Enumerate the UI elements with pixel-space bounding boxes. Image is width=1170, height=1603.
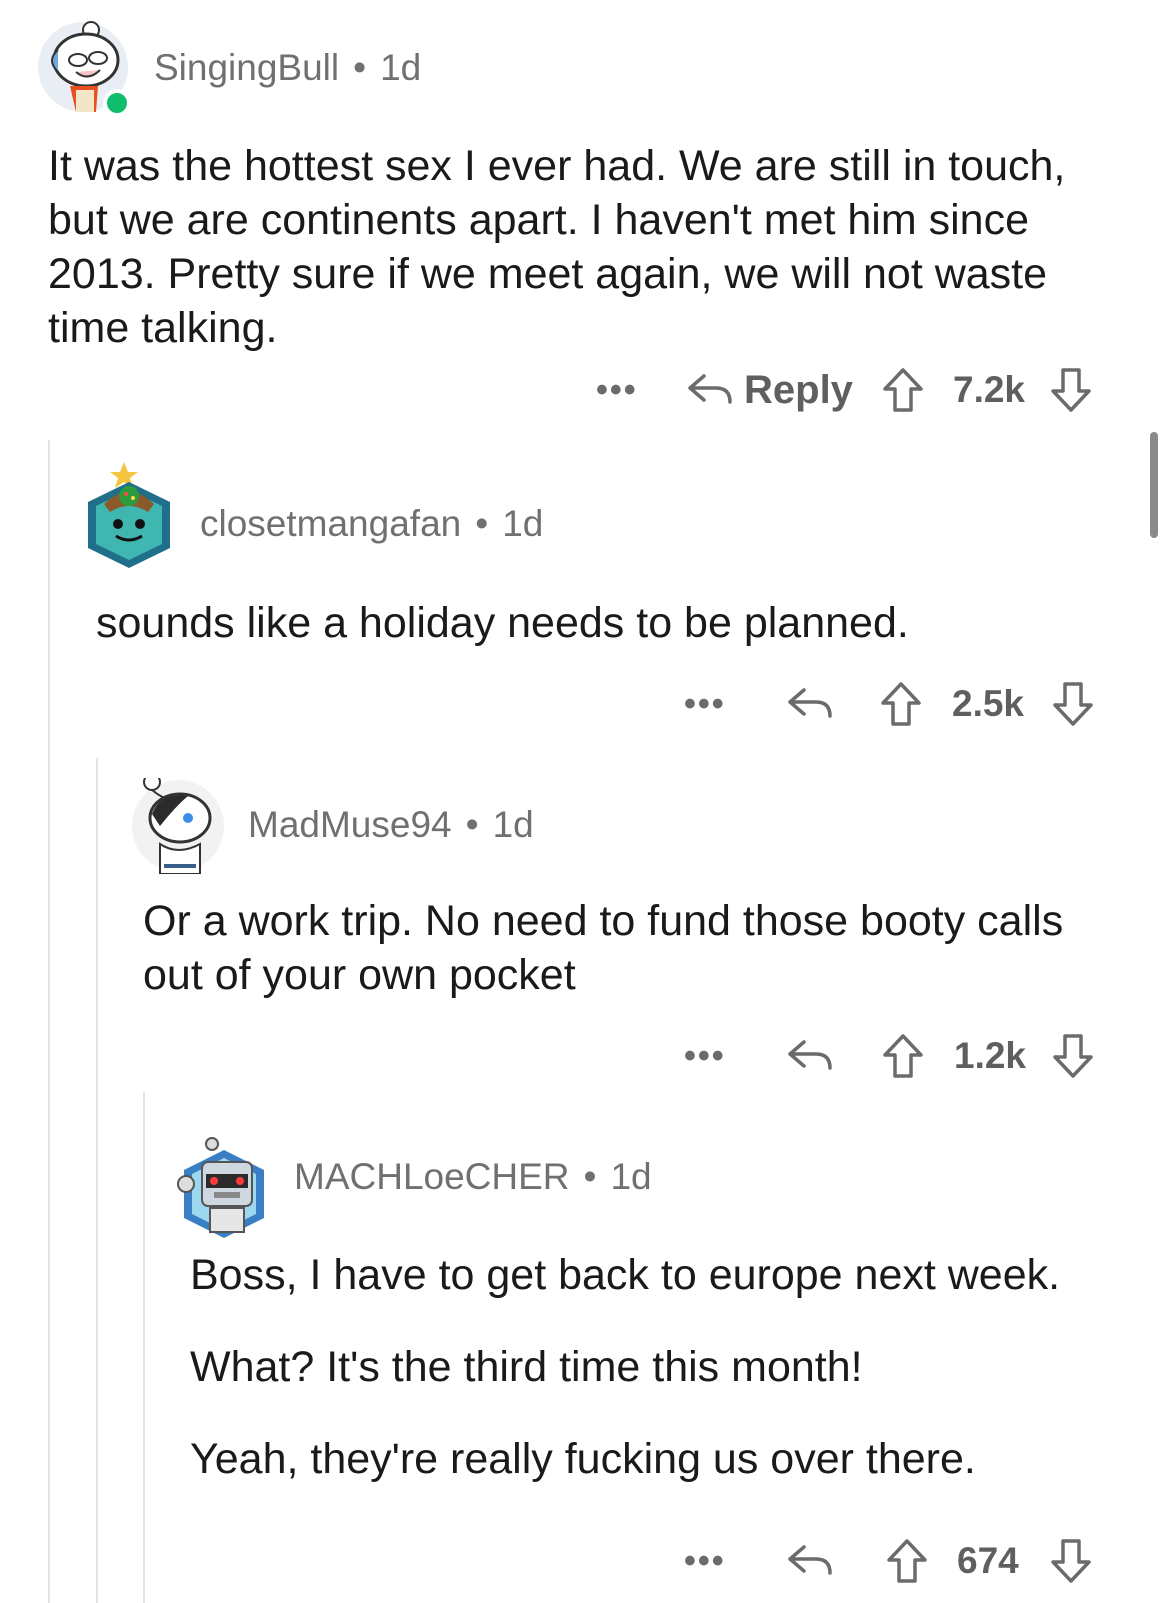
reply-arrow-icon: [786, 684, 834, 724]
upvote-arrow-icon: [882, 1033, 924, 1079]
separator-dot: •: [475, 503, 489, 544]
downvote-arrow-icon: [1052, 1033, 1094, 1079]
reply-button[interactable]: [786, 1026, 834, 1086]
comment-age: 1d: [492, 804, 534, 845]
comment-body: Boss, I have to get back to europe next …: [190, 1248, 1150, 1486]
upvote-arrow-icon: [886, 1538, 928, 1584]
more-options-button[interactable]: •••: [684, 674, 726, 734]
downvote-button[interactable]: [1050, 360, 1092, 420]
username[interactable]: MACHLoeCHER: [294, 1156, 570, 1198]
upvote-button[interactable]: [880, 674, 922, 734]
upvote-button[interactable]: [882, 1026, 924, 1086]
score-value: 1.2k: [954, 1035, 1027, 1076]
comment-paragraph: Boss, I have to get back to europe next …: [190, 1251, 1061, 1299]
comment-paragraph: Yeah, they're really fucking us over the…: [190, 1435, 976, 1483]
reply-button[interactable]: [786, 674, 834, 734]
avatar[interactable]: [130, 778, 226, 874]
reply-arrow-icon: [786, 1541, 834, 1581]
more-icon: •••: [596, 370, 638, 409]
avatar[interactable]: [86, 460, 172, 570]
thread-line-level-3[interactable]: [143, 1092, 145, 1603]
reply-button[interactable]: Reply: [686, 360, 853, 420]
thread-line-level-1[interactable]: [48, 440, 50, 1603]
score-value: 2.5k: [952, 683, 1025, 724]
username[interactable]: SingingBull: [154, 47, 339, 89]
more-icon: •••: [684, 1541, 726, 1580]
scrollbar[interactable]: [1150, 432, 1158, 538]
comment-age: 1d: [380, 47, 422, 88]
username[interactable]: closetmangafan: [200, 503, 461, 545]
more-icon: •••: [684, 684, 726, 723]
username[interactable]: MadMuse94: [248, 804, 452, 846]
comment-paragraph: What? It's the third time this month!: [190, 1343, 863, 1391]
downvote-button[interactable]: [1052, 674, 1094, 734]
upvote-button[interactable]: [886, 1531, 928, 1591]
separator-dot: •: [583, 1156, 597, 1197]
vote-score: 2.5k: [952, 674, 1024, 734]
downvote-button[interactable]: [1052, 1026, 1094, 1086]
vote-score: 1.2k: [954, 1026, 1026, 1086]
comment-body: Or a work trip. No need to fund those bo…: [143, 894, 1103, 1002]
more-icon: •••: [684, 1036, 726, 1075]
more-options-button[interactable]: •••: [684, 1531, 726, 1591]
comment-actions: ••• Reply 7.2k: [0, 360, 1170, 420]
comment-age: 1d: [502, 503, 544, 544]
comment-age: 1d: [610, 1156, 652, 1197]
more-options-button[interactable]: •••: [596, 360, 638, 420]
more-options-button[interactable]: •••: [684, 1026, 726, 1086]
thread-line-level-2[interactable]: [96, 758, 98, 1603]
reply-arrow-icon: [786, 1036, 834, 1076]
downvote-button[interactable]: [1050, 1531, 1092, 1591]
comment-actions: ••• 674: [0, 1531, 1170, 1591]
comment-paragraph: Or a work trip. No need to fund those bo…: [143, 897, 1064, 999]
upvote-arrow-icon: [882, 367, 924, 413]
comment-body: sounds like a holiday needs to be planne…: [96, 596, 1126, 650]
comment-paragraph: sounds like a holiday needs to be planne…: [96, 599, 909, 647]
downvote-arrow-icon: [1050, 1538, 1092, 1584]
vote-score: 7.2k: [953, 360, 1025, 420]
upvote-button[interactable]: [882, 360, 924, 420]
score-value: 7.2k: [953, 369, 1026, 410]
upvote-arrow-icon: [880, 681, 922, 727]
separator-dot: •: [465, 804, 479, 845]
reply-arrow-icon: [686, 370, 734, 410]
reply-label: Reply: [744, 367, 853, 412]
avatar[interactable]: [170, 1134, 270, 1238]
comment-paragraph: It was the hottest sex I ever had. We ar…: [48, 142, 1066, 352]
comment-actions: ••• 1.2k: [0, 1026, 1170, 1086]
vote-score: 674: [957, 1531, 1019, 1591]
comment-actions: ••• 2.5k: [0, 674, 1170, 734]
score-value: 674: [957, 1540, 1019, 1581]
comment-body: It was the hottest sex I ever had. We ar…: [48, 139, 1118, 355]
separator-dot: •: [353, 47, 367, 88]
downvote-arrow-icon: [1052, 681, 1094, 727]
online-status-icon: [103, 89, 131, 117]
reply-button[interactable]: [786, 1531, 834, 1591]
downvote-arrow-icon: [1050, 367, 1092, 413]
